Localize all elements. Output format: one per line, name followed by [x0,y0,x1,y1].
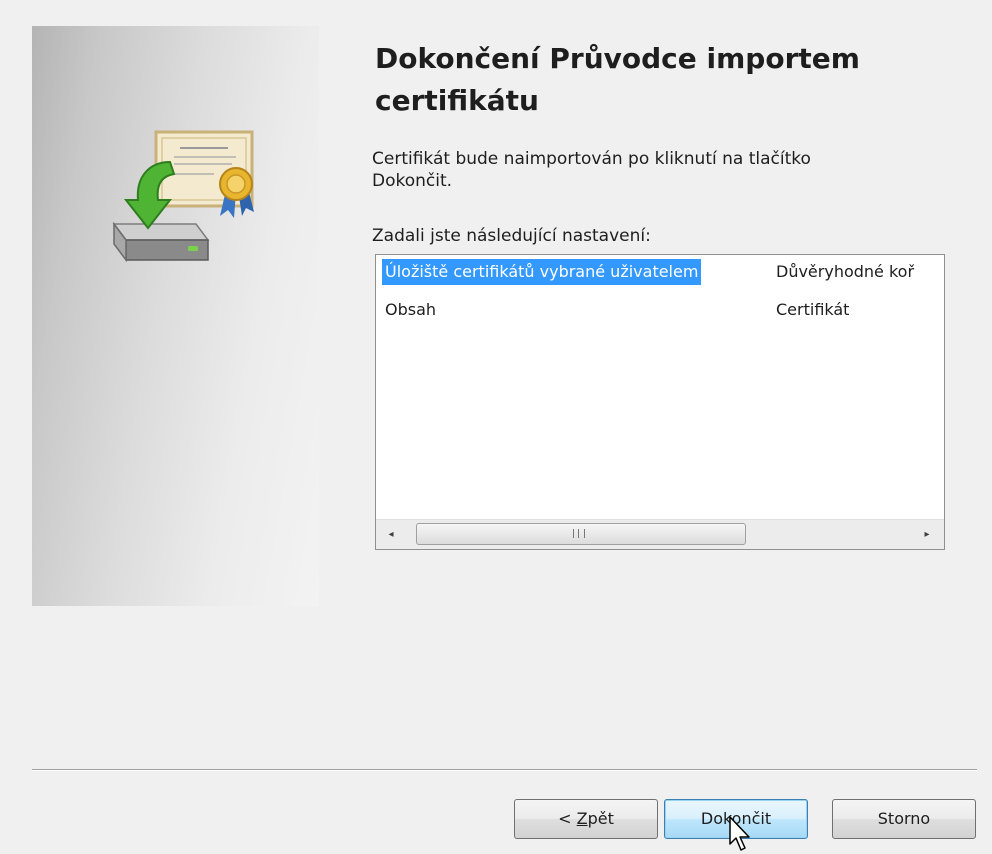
scrollbar-thumb[interactable] [416,523,746,545]
settings-listview[interactable]: Úložiště certifikátů vybrané uživatelem … [375,254,945,550]
certificate-import-icon [112,130,254,263]
scroll-right-arrow-icon[interactable]: ▸ [918,526,936,544]
list-item-value: Důvěryhodné koř [776,262,915,281]
grip-icon [573,529,585,538]
certificate-import-wizard: Dokončení Průvodce importem certifikátu … [0,0,992,854]
list-item[interactable]: Úložiště certifikátů vybrané uživatelem … [376,259,944,285]
list-item[interactable]: Obsah Certifikát [376,297,944,323]
list-item-value: Certifikát [776,300,850,319]
settings-list-label: Zadali jste následující nastavení: [372,226,651,246]
horizontal-scrollbar[interactable]: ◂ ▸ [376,519,944,549]
back-button[interactable]: < Zpět [514,799,658,839]
mouse-pointer-icon [729,816,750,851]
wizard-description: Certifikát bude naimportován po kliknutí… [372,149,811,191]
list-item-name: Úložiště certifikátů vybrané uživatelem [382,259,702,285]
scroll-left-arrow-icon[interactable]: ◂ [382,526,400,544]
list-item-name: Obsah [385,300,437,319]
cancel-button[interactable]: Storno [832,799,976,839]
footer-separator [32,769,977,771]
page-title: Dokončení Průvodce importem certifikátu [375,42,860,117]
wizard-side-panel [32,26,319,606]
